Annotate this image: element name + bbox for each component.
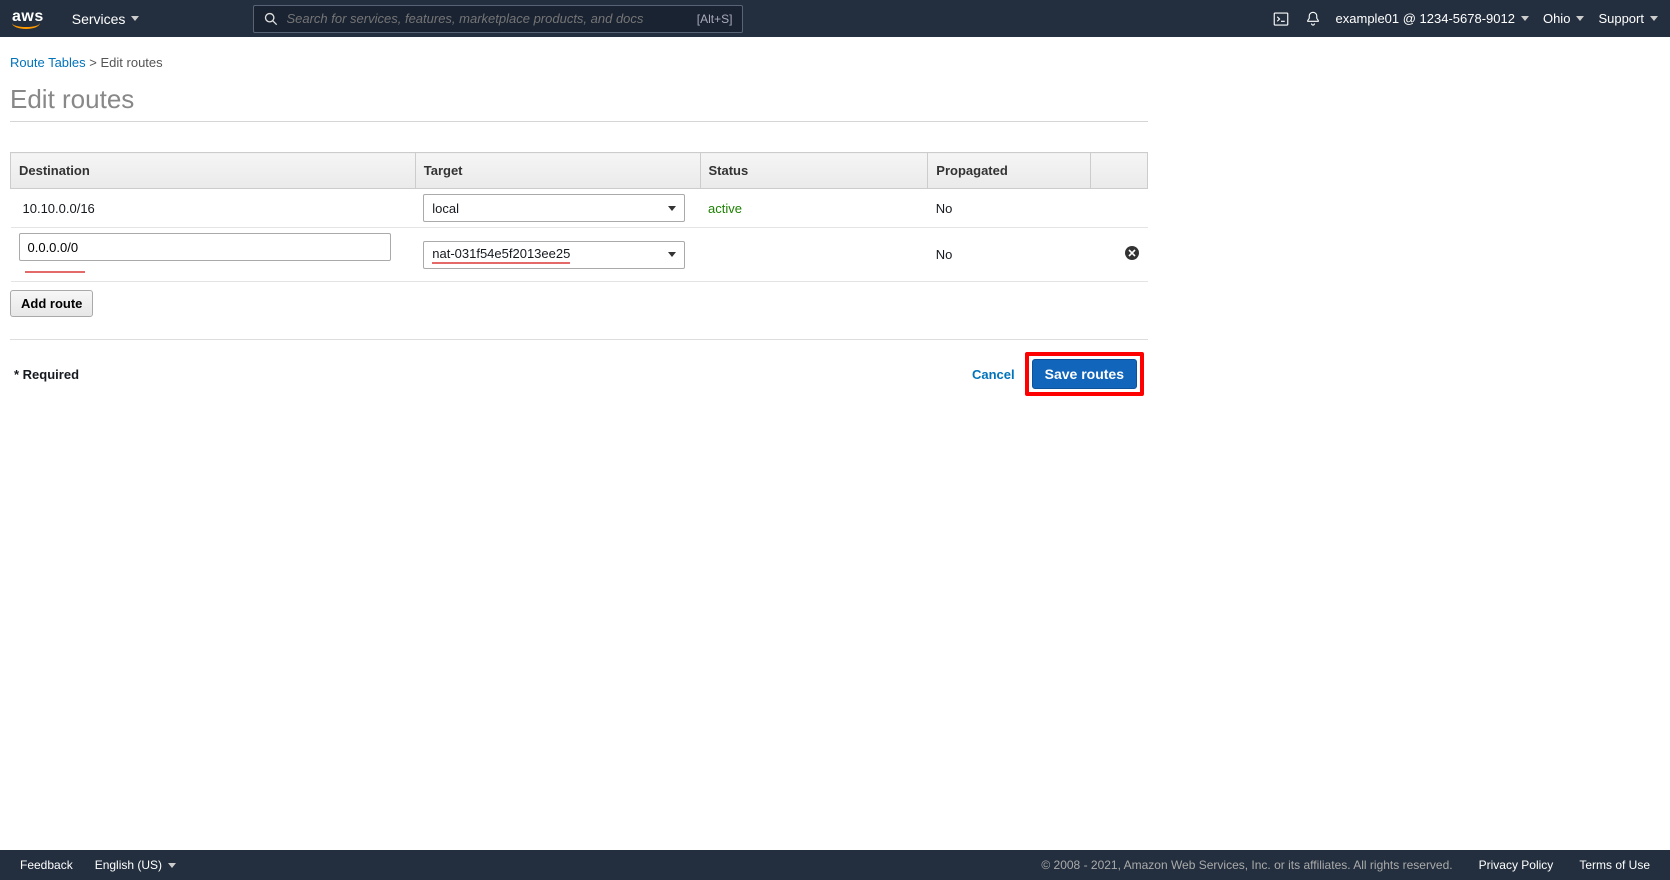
aws-logo[interactable]: aws	[12, 9, 44, 29]
propagated-value: No	[936, 201, 953, 216]
col-status: Status	[700, 153, 928, 189]
services-label: Services	[72, 11, 126, 27]
global-search[interactable]: [Alt+S]	[253, 5, 743, 33]
routes-table: Destination Target Status Propagated 10.…	[10, 152, 1148, 282]
search-input[interactable]	[286, 11, 696, 26]
col-propagated: Propagated	[928, 153, 1091, 189]
copyright-text: © 2008 - 2021, Amazon Web Services, Inc.…	[1041, 858, 1452, 872]
feedback-link[interactable]: Feedback	[20, 858, 73, 872]
add-route-button[interactable]: Add route	[10, 290, 93, 317]
chevron-down-icon	[1521, 16, 1529, 21]
breadcrumb-root[interactable]: Route Tables	[10, 55, 86, 70]
chevron-down-icon	[668, 206, 676, 211]
table-row: nat-031f54e5f2013ee25 No	[11, 228, 1148, 282]
table-row: 10.10.0.0/16 local active No	[11, 189, 1148, 228]
breadcrumb-separator: >	[89, 55, 97, 70]
language-menu[interactable]: English (US)	[95, 858, 176, 872]
chevron-down-icon	[168, 863, 176, 868]
required-note: * Required	[14, 367, 79, 382]
privacy-link[interactable]: Privacy Policy	[1479, 858, 1554, 872]
target-value: local	[432, 201, 459, 216]
search-shortcut: [Alt+S]	[697, 12, 733, 26]
search-icon	[264, 12, 278, 26]
save-routes-button[interactable]: Save routes	[1032, 359, 1137, 389]
top-nav: aws Services [Alt+S] example01 @ 1234-56…	[0, 0, 1670, 37]
terms-link[interactable]: Terms of Use	[1579, 858, 1650, 872]
breadcrumb-current: Edit routes	[101, 55, 163, 70]
chevron-down-icon	[131, 16, 139, 21]
language-label: English (US)	[95, 858, 162, 872]
destination-input[interactable]	[19, 233, 391, 261]
remove-row-icon[interactable]	[1124, 245, 1140, 261]
target-select[interactable]: local	[423, 194, 685, 222]
target-select[interactable]: nat-031f54e5f2013ee25	[423, 241, 685, 269]
region-menu[interactable]: Ohio	[1543, 11, 1584, 26]
propagated-value: No	[936, 247, 953, 262]
col-destination: Destination	[11, 153, 416, 189]
account-label: example01 @ 1234-5678-9012	[1336, 11, 1515, 26]
bottom-bar: Feedback English (US) © 2008 - 2021, Ama…	[0, 850, 1670, 880]
chevron-down-icon	[1650, 16, 1658, 21]
cloudshell-icon[interactable]	[1272, 10, 1290, 28]
form-footer: * Required Cancel Save routes	[10, 340, 1148, 408]
breadcrumb: Route Tables > Edit routes	[10, 47, 1148, 84]
status-value: active	[708, 201, 742, 216]
highlight-annotation: Save routes	[1025, 352, 1144, 396]
account-menu[interactable]: example01 @ 1234-5678-9012	[1336, 11, 1529, 26]
chevron-down-icon	[668, 252, 676, 257]
support-label: Support	[1598, 11, 1644, 26]
page-title: Edit routes	[10, 84, 1148, 122]
support-menu[interactable]: Support	[1598, 11, 1658, 26]
main-content: Route Tables > Edit routes Edit routes D…	[0, 37, 1158, 408]
col-target: Target	[415, 153, 700, 189]
col-actions	[1091, 153, 1148, 189]
cancel-button[interactable]: Cancel	[972, 367, 1015, 382]
destination-value: 10.10.0.0/16	[19, 201, 95, 216]
services-menu[interactable]: Services	[72, 11, 140, 27]
chevron-down-icon	[1576, 16, 1584, 21]
region-label: Ohio	[1543, 11, 1570, 26]
target-value: nat-031f54e5f2013ee25	[432, 246, 570, 264]
notifications-icon[interactable]	[1304, 10, 1322, 28]
nav-right: example01 @ 1234-5678-9012 Ohio Support	[1272, 10, 1658, 28]
